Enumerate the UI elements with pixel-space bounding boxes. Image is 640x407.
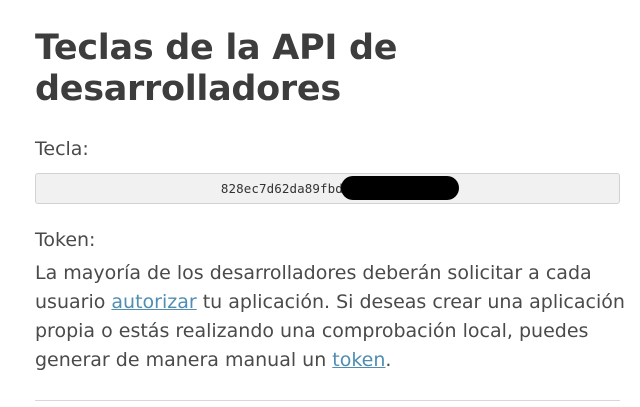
api-key-field[interactable]: 828ec7d62da89fbdfa: [35, 173, 620, 204]
token-description: La mayoría de los desarrolladores deberá…: [35, 259, 625, 375]
redaction-mark: [341, 176, 459, 200]
key-label: Tecla:: [35, 138, 89, 160]
api-key-value: 828ec7d62da89fbdfa: [220, 181, 359, 196]
authorize-link[interactable]: autorizar: [111, 291, 196, 313]
token-link[interactable]: token: [332, 349, 385, 371]
section-divider: [35, 400, 620, 401]
token-label: Token:: [35, 229, 96, 251]
token-description-text-3: .: [385, 349, 392, 371]
page-title: Teclas de la API de desarrolladores: [35, 28, 398, 109]
api-keys-section: Teclas de la API de desarrolladores Tecl…: [35, 28, 625, 375]
